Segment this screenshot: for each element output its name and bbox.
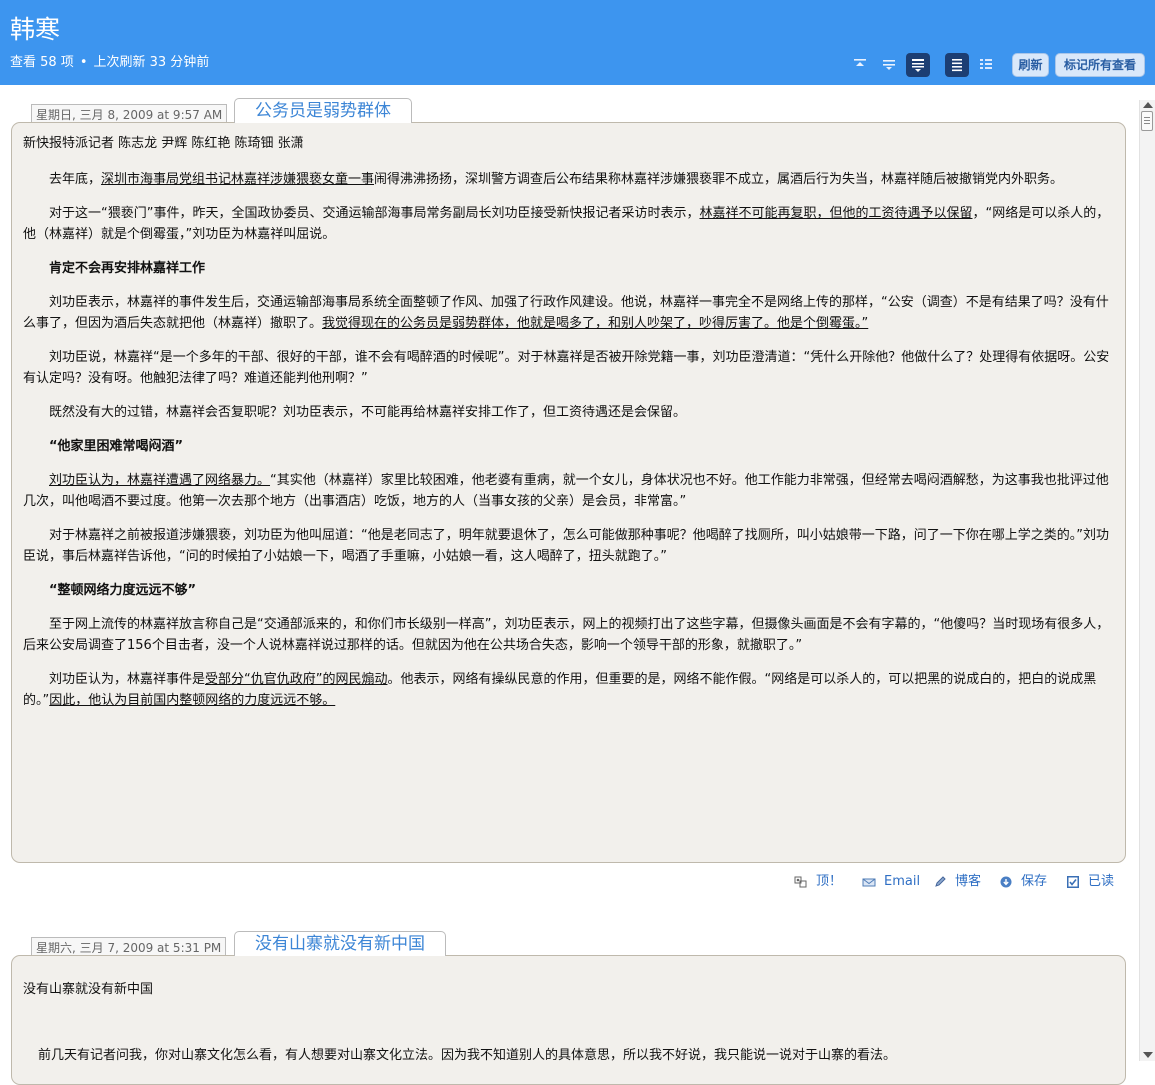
- save-icon: [1000, 876, 1012, 888]
- entry-byline: 没有山寨就没有新中国: [23, 982, 154, 997]
- digg-icon: [794, 876, 807, 888]
- scroll-up-arrow-icon[interactable]: [1143, 102, 1153, 108]
- paragraph: 刘功臣认为，林嘉祥事件是受部分“仇官仇政府”的网民煽动。他表示，网络有操纵民意的…: [23, 672, 1097, 708]
- entry-title-link[interactable]: 没有山寨就没有新中国: [234, 931, 446, 956]
- paragraph: 刘功臣说，林嘉祥“是一个多年的干部、很好的干部，谁不会有喝醉酒的时候呢”。对于林…: [23, 350, 1110, 386]
- collapse-all-icon[interactable]: [877, 53, 901, 77]
- compact-list-icon[interactable]: [974, 53, 998, 77]
- refresh-button[interactable]: 刷新: [1012, 53, 1049, 77]
- paragraph: 对于这一“猥亵门”事件，昨天，全国政协委员、交通运输部海事局常务副局长刘功臣接受…: [23, 206, 1110, 242]
- expanded-view-icon[interactable]: [906, 53, 930, 77]
- underlined-text: 我觉得现在的公务员是弱势群体，他就是喝多了，和别人吵架了，吵得厉害了。他是个倒霉…: [322, 316, 869, 331]
- section-heading: 肯定不会再安排林嘉祥工作: [49, 261, 206, 276]
- envelope-icon: [862, 878, 876, 887]
- scroll-down-arrow-icon[interactable]: [1143, 1052, 1153, 1058]
- entry-title-link[interactable]: 公务员是弱势群体: [234, 98, 412, 123]
- section-heading: “整顿网络力度远远不够”: [49, 583, 197, 598]
- paragraph: 刘功臣表示，林嘉祥的事件发生后，交通运输部海事局系统全面整顿了作风、加强了行政作…: [23, 295, 1109, 331]
- paragraph: 刘功臣认为，林嘉祥遭遇了网络暴力。“其实他（林嘉祥）家里比较困难，他老婆有重病，…: [23, 473, 1109, 509]
- paragraph: 既然没有大的过错，林嘉祥会否复职呢？刘功臣表示，不可能再给林嘉祥安排工作了，但工…: [49, 405, 687, 420]
- entry-card: 新快报特派记者 陈志龙 尹辉 陈红艳 陈琦钿 张潇 去年底，深圳市海事局党组书记…: [11, 122, 1126, 863]
- paragraph: 对于林嘉祥之前被报道涉嫌猥亵，刘功臣为他叫屈道：“他是老同志了，明年就要退休了，…: [23, 528, 1109, 564]
- mark-all-read-button[interactable]: 标记所有查看: [1055, 53, 1145, 77]
- underlined-text: 受部分“仇官仇政府”的网民煽动: [205, 672, 388, 687]
- checkbox-icon: [1067, 876, 1079, 888]
- underlined-text: 林嘉祥不可能再复职，但他的工资待遇予以保留: [699, 206, 973, 221]
- item-count: 查看 58 项: [10, 55, 74, 70]
- scroll-to-top-icon[interactable]: [848, 53, 872, 77]
- last-refresh-time: 上次刷新 33 分钟前: [93, 55, 210, 70]
- paragraph: 前几天有记者问我，你对山寨文化怎么看，有人想要对山寨文化立法。因为我不知道别人的…: [38, 1048, 897, 1063]
- entry-body: 去年底，深圳市海事局党组书记林嘉祥涉嫌猥亵女童一事闹得沸沸扬扬，深圳警方调查后公…: [23, 169, 1110, 724]
- header-bar: 韩寒 查看 58 项 • 上次刷新 33 分钟前 刷新 标记所有查看: [0, 0, 1155, 85]
- separator-dot: •: [79, 55, 88, 70]
- paragraph: 去年底，深圳市海事局党组书记林嘉祥涉嫌猥亵女童一事闹得沸沸扬扬，深圳警方调查后公…: [49, 172, 1064, 187]
- entry-byline: 新快报特派记者 陈志龙 尹辉 陈红艳 陈琦钿 张潇: [23, 136, 304, 151]
- underlined-text: 深圳市海事局党组书记林嘉祥涉嫌猥亵女童一事: [101, 172, 375, 187]
- feed-title: 韩寒: [10, 15, 61, 44]
- underlined-text: 刘功臣认为，林嘉祥遭遇了网络暴力。: [49, 473, 271, 488]
- vertical-scrollbar[interactable]: [1139, 100, 1155, 1061]
- pencil-icon: [935, 876, 946, 887]
- list-view-icon[interactable]: [945, 53, 969, 77]
- entry-card: 没有山寨就没有新中国 前几天有记者问我，你对山寨文化怎么看，有人想要对山寨文化立…: [11, 955, 1126, 1085]
- section-heading: “他家里困难常喝闷酒”: [49, 439, 184, 454]
- underlined-text: 因此，他认为目前国内整顿网络的力度远远不够。: [49, 693, 336, 708]
- header-status: 查看 58 项 • 上次刷新 33 分钟前: [10, 54, 209, 72]
- paragraph: 至于网上流传的林嘉祥放言称自己是“交通部派来的，和你们市长级别一样高”，刘功臣表…: [23, 617, 1110, 653]
- scroll-thumb[interactable]: [1141, 111, 1153, 131]
